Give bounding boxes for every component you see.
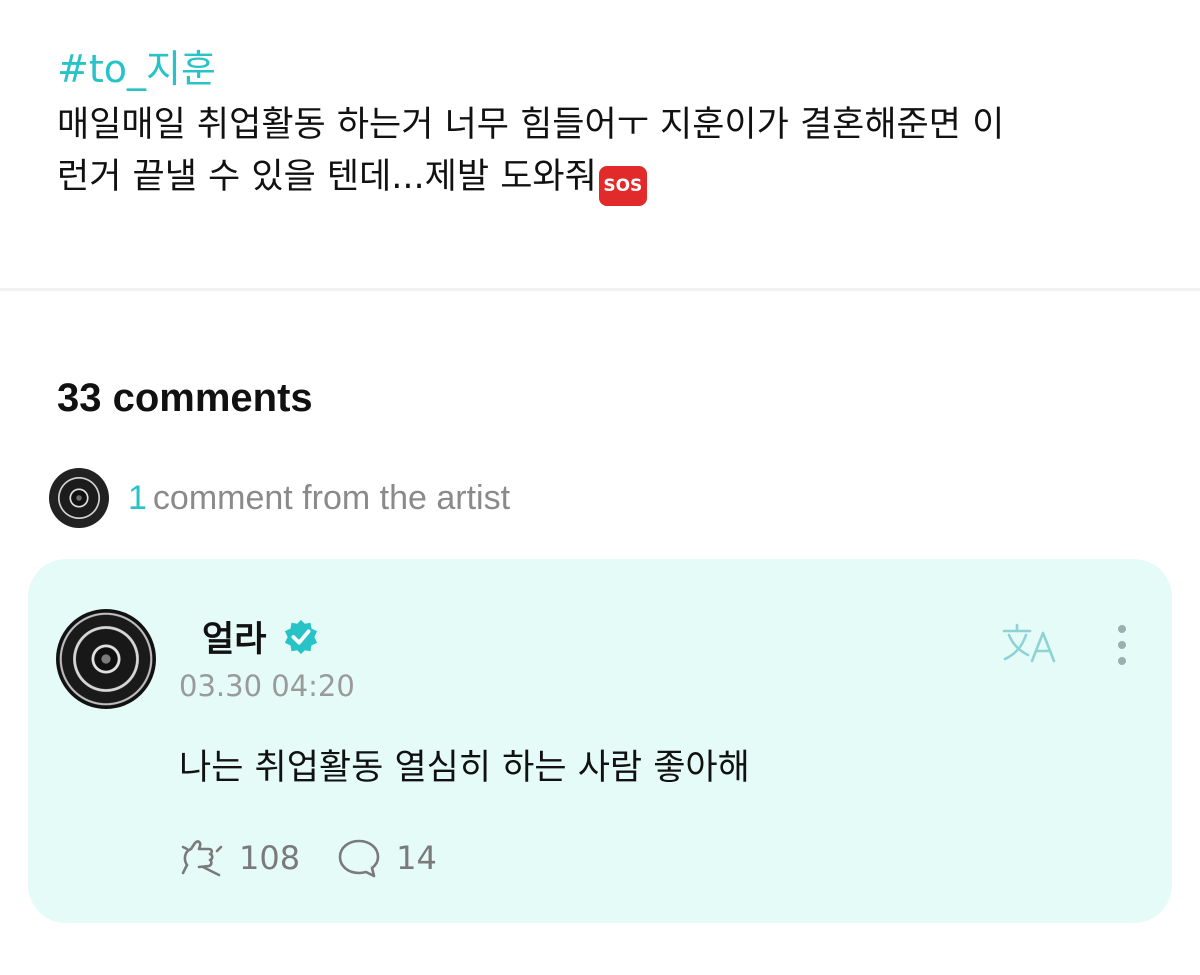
reply-bubble-icon	[338, 839, 380, 878]
commenter-name[interactable]: 얼라	[202, 611, 266, 662]
artist-comment-text: comment from the artist	[152, 478, 511, 517]
post-content: #to_지훈 매일매일 취업활동 하는거 너무 힘들어ㅜ 지훈이가 결혼해준면 …	[57, 44, 1147, 206]
post-body: 매일매일 취업활동 하는거 너무 힘들어ㅜ 지훈이가 결혼해준면 이 런거 끝낼…	[57, 99, 1147, 206]
artist-comments-filter[interactable]: 1 comment from the artist	[49, 467, 510, 529]
comment-timestamp: 03.30 04:20	[179, 669, 355, 703]
sos-emoji-icon: SOS	[598, 166, 647, 206]
post-hashtag[interactable]: #to_지훈	[57, 44, 1147, 94]
post-body-line-1: 매일매일 취업활동 하는거 너무 힘들어ㅜ 지훈이가 결혼해준면 이	[57, 105, 1005, 145]
cheer-like-icon	[181, 840, 223, 877]
translate-icon[interactable]	[1000, 619, 1060, 667]
post-body-line-2-text: 런거 끝낼 수 있을 텐데...제발 도와줘	[57, 157, 597, 197]
artist-comments-label: 1 comment from the artist	[128, 479, 510, 518]
reply-button[interactable]: 14	[336, 837, 437, 879]
comment-text: 나는 취업활동 열심히 하는 사람 좋아해	[179, 748, 750, 788]
reply-count: 14	[396, 839, 437, 877]
comments-count-title: 33 comments	[57, 376, 313, 420]
artist-comment-count: 1	[128, 478, 147, 517]
verified-badge-icon	[285, 619, 318, 654]
more-options-icon[interactable]	[1110, 621, 1134, 669]
comment-actions: 108 14	[179, 837, 437, 879]
artist-avatar	[49, 468, 109, 528]
post-body-line-2: 런거 끝낼 수 있을 텐데...제발 도와줘 SOS	[57, 151, 1147, 206]
like-count: 108	[239, 839, 301, 877]
commenter-avatar[interactable]	[56, 609, 156, 709]
like-button[interactable]: 108	[179, 837, 300, 879]
artist-comment-card: 얼라 03.30 04:20 나는 취업활동 열심히 하는 사람 좋아해 108…	[28, 559, 1172, 923]
commenter-name-row: 얼라	[202, 611, 320, 662]
section-divider	[0, 288, 1200, 291]
